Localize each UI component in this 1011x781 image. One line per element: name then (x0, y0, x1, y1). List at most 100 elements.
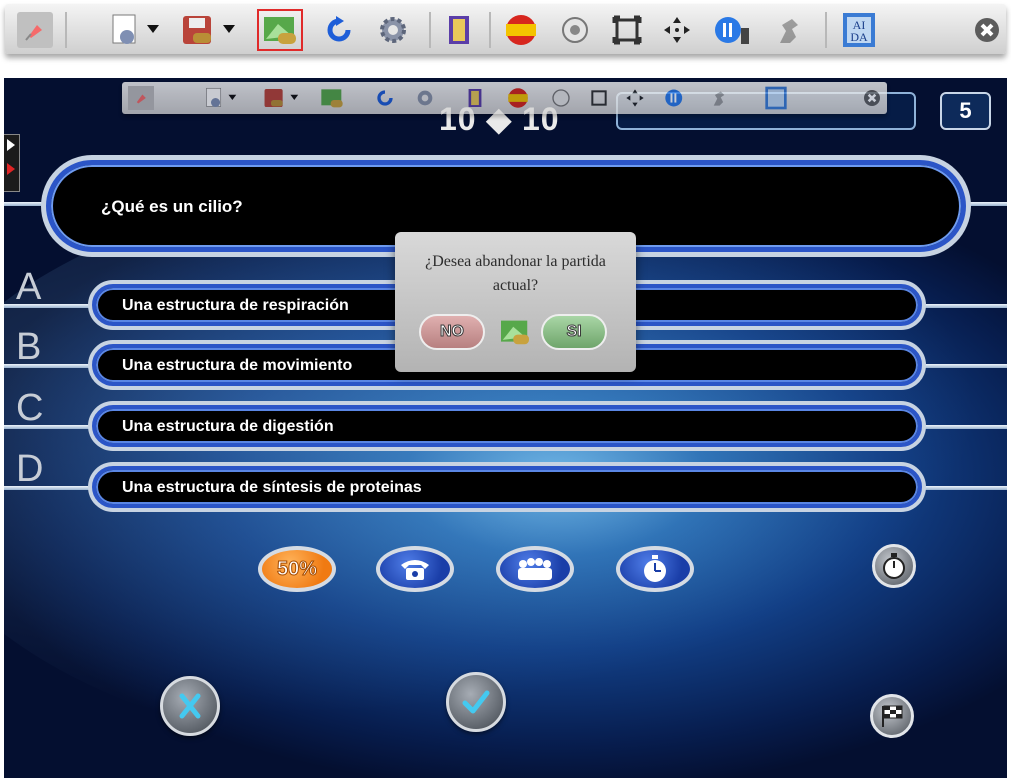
toolbar-separator (65, 12, 67, 48)
dialog-no-button[interactable]: NO (419, 314, 485, 350)
reset-button[interactable] (321, 12, 357, 48)
language-button[interactable] (501, 12, 541, 48)
audience-icon (518, 558, 552, 580)
runner-icon (713, 91, 725, 106)
toolbar-separator (429, 12, 431, 48)
settings-menu-button[interactable] (107, 12, 167, 48)
save-game-icon (183, 16, 235, 44)
inner-help-button[interactable] (762, 84, 790, 112)
answer-c-text: Una estructura de digestión (122, 418, 334, 435)
question-text: ¿Qué es un cilio? (101, 197, 243, 216)
answer-a-text: Una estructura de respiración (122, 297, 349, 314)
phone-lifeline[interactable] (376, 546, 454, 592)
speaker-icon (562, 17, 588, 43)
answer-c[interactable]: Una estructura de digestión (92, 405, 922, 447)
pin-icon (136, 94, 146, 104)
inner-fullscreen-button[interactable] (586, 86, 612, 110)
answer-d[interactable]: Una estructura de síntesis de proteinas (92, 466, 922, 508)
dialog-yes-button[interactable]: SI (541, 314, 607, 350)
fullscreen-icon (591, 90, 607, 106)
fullscreen-button[interactable] (609, 12, 645, 48)
speed-button[interactable] (769, 12, 809, 48)
fullscreen-icon (612, 15, 642, 45)
options-button[interactable] (375, 12, 411, 48)
answer-letter-b: B (16, 326, 42, 368)
dialog-message: ¿Desea abandonar la partida actual? (425, 253, 606, 294)
close-icon (975, 18, 999, 42)
inner-info-button[interactable] (462, 86, 488, 110)
spain-flag-icon (508, 88, 528, 108)
new-game-icon (264, 17, 296, 44)
aida-help-icon (765, 86, 787, 110)
x-mark-icon (179, 693, 201, 719)
move-arrows-icon (664, 17, 690, 43)
toolbar-separator (489, 12, 491, 48)
inner-speed-button[interactable] (706, 86, 732, 110)
answer-letter-c: C (16, 387, 44, 429)
pause-icon (715, 17, 749, 44)
move-button[interactable] (659, 12, 695, 48)
finish-game-button[interactable] (870, 694, 914, 738)
close-button[interactable] (971, 14, 1003, 46)
gear-icon (417, 90, 433, 106)
inner-new-game-button[interactable] (318, 86, 346, 110)
info-book-icon (449, 16, 469, 44)
save-menu-button[interactable] (177, 12, 243, 48)
game-screen: 10 ◆ 10 5 ¿Qué es un cilio? A Una estruc… (4, 78, 1007, 778)
inner-language-button[interactable] (504, 86, 532, 110)
inner-options-button[interactable] (412, 86, 438, 110)
fifty-fifty-lifeline[interactable]: 50% (258, 546, 336, 592)
inner-save-menu-button[interactable] (258, 86, 306, 110)
cancel-answer-button[interactable] (160, 676, 220, 736)
reset-icon (377, 90, 393, 106)
stopwatch-icon (644, 555, 666, 582)
answer-d-text: Una estructura de síntesis de proteinas (122, 479, 422, 496)
inner-close-button[interactable] (860, 86, 884, 110)
pause-icon (665, 89, 683, 107)
checkered-flag-icon (882, 705, 903, 727)
main-toolbar: AI DA (5, 4, 1006, 54)
save-game-icon (264, 88, 299, 108)
inner-pin-button[interactable] (128, 86, 154, 110)
help-button[interactable]: AI DA (839, 10, 879, 50)
fifty-fifty-label: 50% (276, 557, 318, 580)
pin-icon (25, 25, 42, 41)
time-lifeline[interactable] (616, 546, 694, 592)
sound-button[interactable] (557, 12, 593, 48)
reset-icon (327, 16, 351, 42)
stopwatch-icon (883, 553, 905, 579)
answer-b-text: Una estructura de movimiento (122, 357, 353, 374)
inner-reset-button[interactable] (372, 86, 398, 110)
gear-icon (380, 17, 406, 43)
audience-lifeline[interactable] (496, 546, 574, 592)
answer-letter-d: D (16, 448, 44, 490)
new-game-icon (501, 320, 529, 345)
pin-button[interactable] (17, 12, 53, 48)
dialog-game-icon (499, 318, 531, 351)
inner-settings-menu-button[interactable] (200, 86, 244, 110)
inner-pause-button[interactable] (662, 86, 692, 110)
arrow-right-icon (7, 139, 15, 151)
close-icon (864, 90, 880, 106)
arrow-right-red-icon (7, 163, 15, 175)
pause-button[interactable] (711, 12, 755, 48)
side-panel-toggle[interactable] (4, 134, 20, 192)
score-badge: 5 (940, 92, 991, 130)
toolbar-separator (825, 12, 827, 48)
game-window: AI DA 10 ◆ 10 5 ¿Qué es un cilio? A Una e… (0, 0, 1011, 781)
confirm-answer-button[interactable] (446, 672, 506, 732)
svg-text:DA: DA (850, 30, 868, 44)
inner-move-button[interactable] (622, 86, 648, 110)
answer-letter-a: A (16, 266, 42, 308)
runner-icon (780, 19, 798, 43)
check-mark-icon (462, 690, 490, 714)
timer-button[interactable] (872, 544, 916, 588)
info-book-icon (468, 89, 482, 107)
new-game-button[interactable] (257, 9, 303, 51)
info-button[interactable] (441, 12, 477, 48)
move-arrows-icon (626, 89, 644, 107)
document-settings-icon (206, 87, 237, 108)
new-game-icon (321, 89, 343, 108)
abandon-game-dialog: ¿Desea abandonar la partida actual? NO S… (395, 232, 636, 372)
inner-sound-button[interactable] (548, 86, 574, 110)
